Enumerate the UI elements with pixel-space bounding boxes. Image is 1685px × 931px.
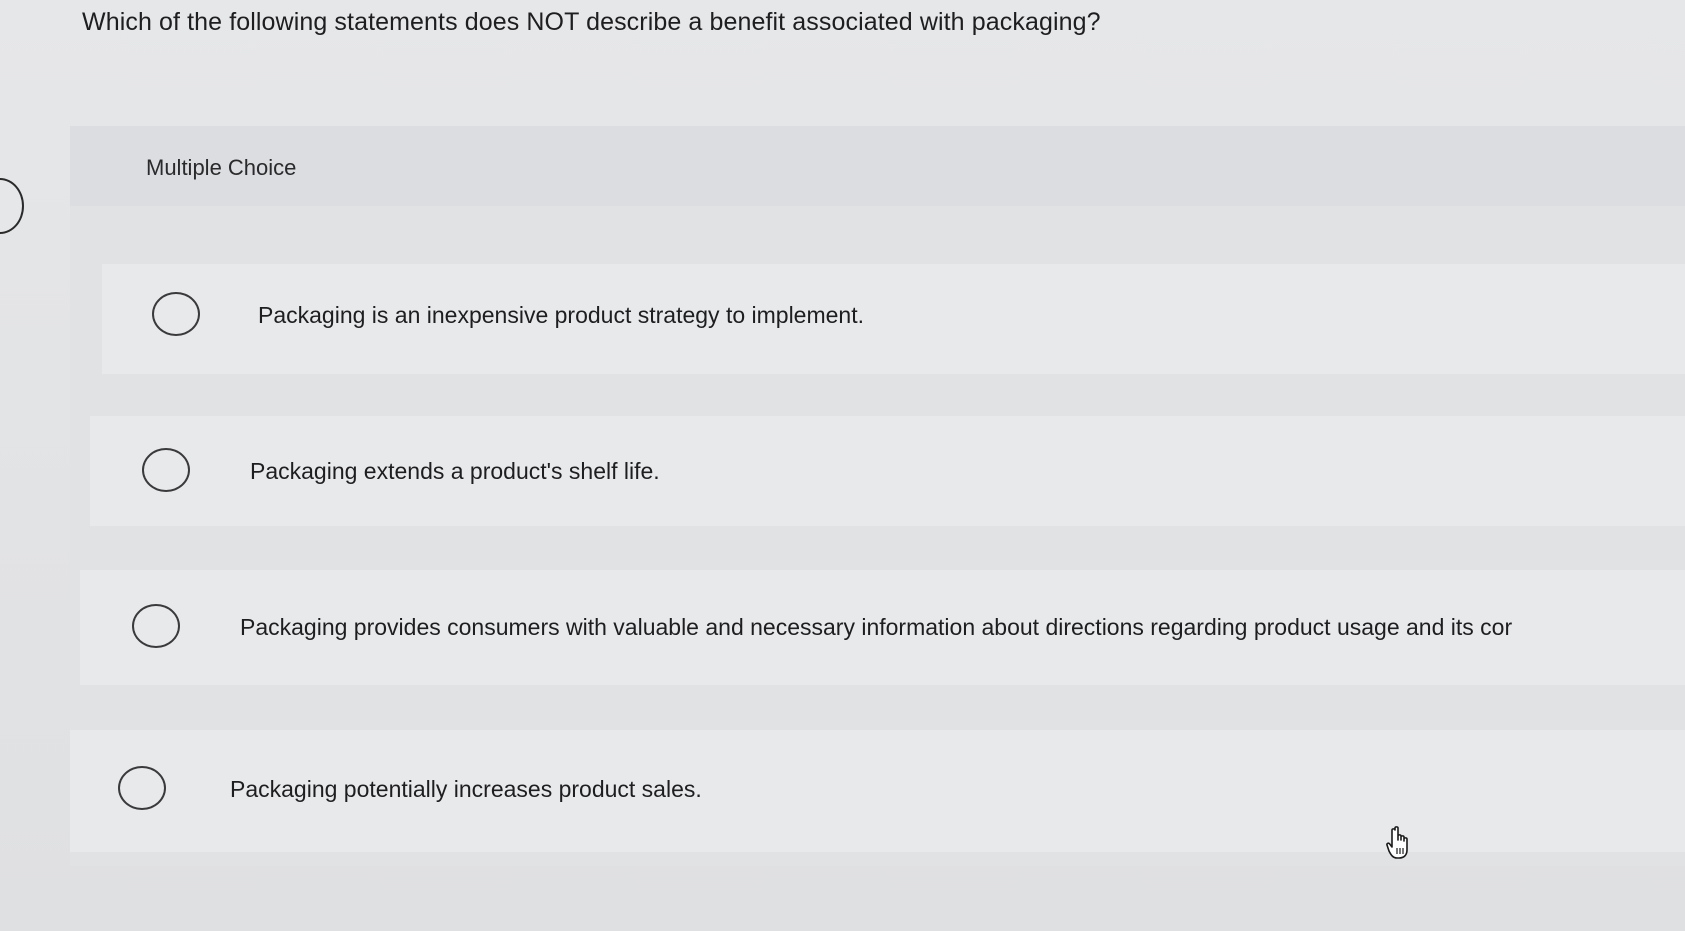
choice-label: Packaging is an inexpensive product stra… — [258, 302, 864, 328]
radio-button[interactable] — [132, 604, 180, 648]
question-header-panel — [70, 126, 1685, 206]
question-text: Which of the following statements does N… — [82, 8, 1101, 36]
radio-button[interactable] — [152, 292, 200, 336]
choice-option-4[interactable]: Packaging potentially increases product … — [70, 730, 1685, 852]
side-nav-tab[interactable] — [0, 178, 24, 234]
radio-button[interactable] — [142, 448, 190, 492]
choice-option-2[interactable]: Packaging extends a product's shelf life… — [90, 416, 1685, 526]
choice-option-1[interactable]: Packaging is an inexpensive product stra… — [102, 264, 1685, 374]
choice-label: Packaging extends a product's shelf life… — [250, 458, 660, 484]
quiz-page: Which of the following statements does N… — [0, 0, 1685, 931]
radio-button[interactable] — [118, 766, 166, 810]
choice-option-3[interactable]: Packaging provides consumers with valuab… — [80, 570, 1685, 685]
question-type-label: Multiple Choice — [146, 155, 297, 180]
choice-label: Packaging provides consumers with valuab… — [240, 614, 1513, 640]
hand-pointer-icon — [1386, 826, 1408, 859]
choice-label: Packaging potentially increases product … — [230, 776, 702, 802]
